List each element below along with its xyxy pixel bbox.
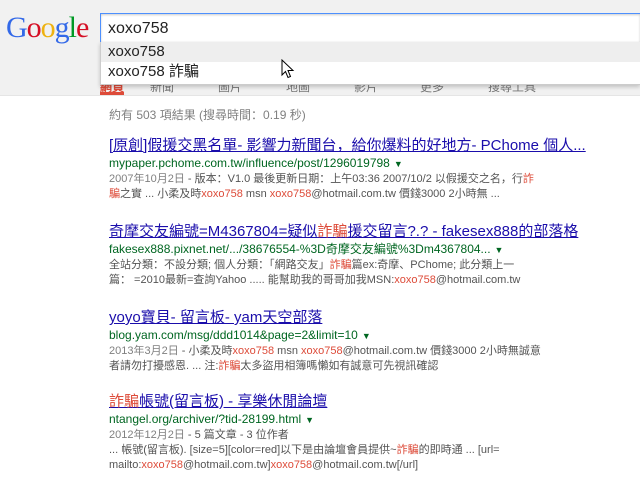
highlighted-term: 詐 [522,173,534,185]
result-snippet: 2007年10月2日 - 版本：V1.0 最後更新日期：上午03:36 2007… [109,172,629,202]
result-title-link[interactable]: [原創]假援交黑名單- 影響力新聞台，給你爆料的好地方- PChome 個人..… [109,137,629,155]
caret-down-icon[interactable]: ▼ [305,415,314,425]
snippet-line: ... 帳號(留言板). [size=5][color=red]以下是由論壇會員… [109,443,629,458]
logo-letter: l [68,11,77,44]
text-run: 的即時通 ... [url= [418,444,500,456]
text-run: 篇ex:奇摩、PChome; 此分類上一 [351,259,515,271]
text-run: - 版本：V1.0 最後更新日期：上午03:36 2007/10/2 以假援交之… [184,173,523,185]
result-snippet: 2013年3月2日 - 小柔及時xoxo758 msn xoxo758@hotm… [109,344,629,374]
caret-down-icon[interactable]: ▼ [394,159,403,169]
result-date: 2007年10月2日 [109,173,185,185]
search-result: 詐騙帳號(留言板) - 享樂休閒論壇 ntangel.org/archiver/… [109,393,629,473]
highlighted-term: xoxo758 [394,274,436,286]
result-url: mypaper.pchome.com.tw/influence/post/129… [109,155,629,172]
result-url-text: blog.yam.com/msg/ddd1014&page=2&limit=10 [109,328,358,342]
highlighted-term: 詐騙 [329,259,352,271]
text-run: 援交留言?.? - fakesex888的部落格 [347,223,579,240]
text-run: 帳號(留言板) - 享樂休閒論壇 [139,393,328,410]
search-result: 奇摩交友編號=M4367804=疑似詐騙援交留言?.? - fakesex888… [109,223,629,288]
result-url: ntangel.org/archiver/?tid-28199.html ▼ [109,411,629,428]
snippet-line: 2013年3月2日 - 小柔及時xoxo758 msn xoxo758@hotm… [109,344,629,359]
text-run: msn [274,345,301,357]
snippet-line: 騙之實 ... 小柔及時xoxo758 msn xoxo758@hotmail.… [109,187,629,202]
result-url-text: fakesex888.pixnet.net/.../38676554-%3D奇摩… [109,242,491,256]
highlighted-term: 詐騙 [218,360,241,372]
snippet-line: 篇： =2010最新=查詢Yahoo ..... 能幫助我的哥哥加我MSN:xo… [109,273,629,288]
suggestion-item[interactable]: xoxo758 詐騙 [101,62,640,82]
text-run: 太多盜用相簿嗎懶如有誠意可先視訊確認 [240,360,439,372]
search-result: [原創]假援交黑名單- 影響力新聞台，給你爆料的好地方- PChome 個人..… [109,137,629,202]
caret-down-icon[interactable]: ▼ [362,331,371,341]
search-result: yoyo寶貝- 留言板- yam天空部落 blog.yam.com/msg/dd… [109,309,629,374]
text-run: msn [242,188,270,200]
snippet-line: 者請勿打擾感恩. ... 注:詐騙太多盜用相簿嗎懶如有誠意可先視訊確認 [109,359,629,374]
text-run: 奇摩交友編號=M4367804=疑似 [109,223,318,240]
text-run: ... 帳號(留言板). [size=5][color=red]以下是由論壇會員… [109,444,397,456]
text-run: 篇： =2010最新=查詢Yahoo ..... 能幫助我的哥哥加我MSN: [109,274,395,286]
text-run: @hotmail.com.tw[/url] [312,459,419,471]
result-date: 2012年12月2日 [109,429,185,441]
highlighted-term: 詐騙 [396,444,419,456]
text-run: 之實 ... 小柔及時 [120,188,202,200]
highlighted-term: xoxo758 [269,188,312,200]
result-url-text: ntangel.org/archiver/?tid-28199.html [109,412,302,426]
search-input[interactable] [108,19,608,39]
result-stats: 約有 503 項結果 (搜尋時間：0.19 秒) [109,108,306,122]
text-run: 全站分類：不設分類; 個人分類：「網路交友」 [109,259,330,271]
result-url: blog.yam.com/msg/ddd1014&page=2&limit=10… [109,327,629,344]
result-url: fakesex888.pixnet.net/.../38676554-%3D奇摩… [109,241,629,258]
text-run: @hotmail.com.tw 價錢3000 2小時無誠意 [342,345,541,357]
highlighted-term: 詐騙 [109,393,140,410]
text-run: mailto: [109,459,142,471]
text-run: [原創]假援交黑名單- 影響力新聞台，給你爆料的好地方- PChome 個人..… [109,137,586,154]
text-run: - 5 篇文章 - 3 位作者 [184,429,289,441]
text-run: @hotmail.com.tw [435,274,521,286]
result-date: 2013年3月2日 [109,345,179,357]
text-run: @hotmail.com.tw 價錢3000 2小時無 ... [311,188,500,200]
highlighted-term: 騙 [109,188,120,200]
result-title-link[interactable]: 詐騙帳號(留言板) - 享樂休閒論壇 [109,393,629,411]
logo-letter: G [6,11,28,44]
mouse-pointer-icon [281,59,295,79]
logo-letter: e [76,11,89,44]
result-snippet: 全站分類：不設分類; 個人分類：「網路交友」詐騙篇ex:奇摩、PChome; 此… [109,258,629,288]
highlighted-term: xoxo758 [301,345,343,357]
result-url-text: mypaper.pchome.com.tw/influence/post/129… [109,156,390,170]
google-logo[interactable]: Google [6,11,89,44]
highlighted-term: xoxo758 [201,188,243,200]
result-snippet: 2012年12月2日 - 5 篇文章 - 3 位作者... 帳號(留言板). [… [109,428,629,473]
logo-letter: o [40,11,56,44]
highlighted-term: 詐騙 [317,223,348,240]
result-title-link[interactable]: yoyo寶貝- 留言板- yam天空部落 [109,309,629,327]
text-run: - 小柔及時 [178,345,233,357]
snippet-line: 2007年10月2日 - 版本：V1.0 最後更新日期：上午03:36 2007… [109,172,629,187]
text-run: @hotmail.com.tw] [183,459,271,471]
highlighted-term: xoxo758 [270,459,313,471]
text-run: 者請勿打擾感恩. ... 注: [109,360,219,372]
logo-letter: g [54,11,70,44]
caret-down-icon[interactable]: ▼ [495,245,504,255]
snippet-line: 2012年12月2日 - 5 篇文章 - 3 位作者 [109,428,629,443]
search-box[interactable] [100,13,640,43]
highlighted-term: xoxo758 [232,345,275,357]
autocomplete-dropdown: xoxo758 xoxo758 詐騙 [100,42,640,85]
result-title-link[interactable]: 奇摩交友編號=M4367804=疑似詐騙援交留言?.? - fakesex888… [109,223,629,241]
highlighted-term: xoxo758 [141,459,183,471]
logo-letter: o [26,11,42,44]
suggestion-item[interactable]: xoxo758 [101,42,640,62]
snippet-line: mailto:xoxo758@hotmail.com.tw]xoxo758@ho… [109,458,629,473]
text-run: yoyo寶貝- 留言板- yam天空部落 [109,309,323,326]
snippet-line: 全站分類：不設分類; 個人分類：「網路交友」詐騙篇ex:奇摩、PChome; 此… [109,258,629,273]
